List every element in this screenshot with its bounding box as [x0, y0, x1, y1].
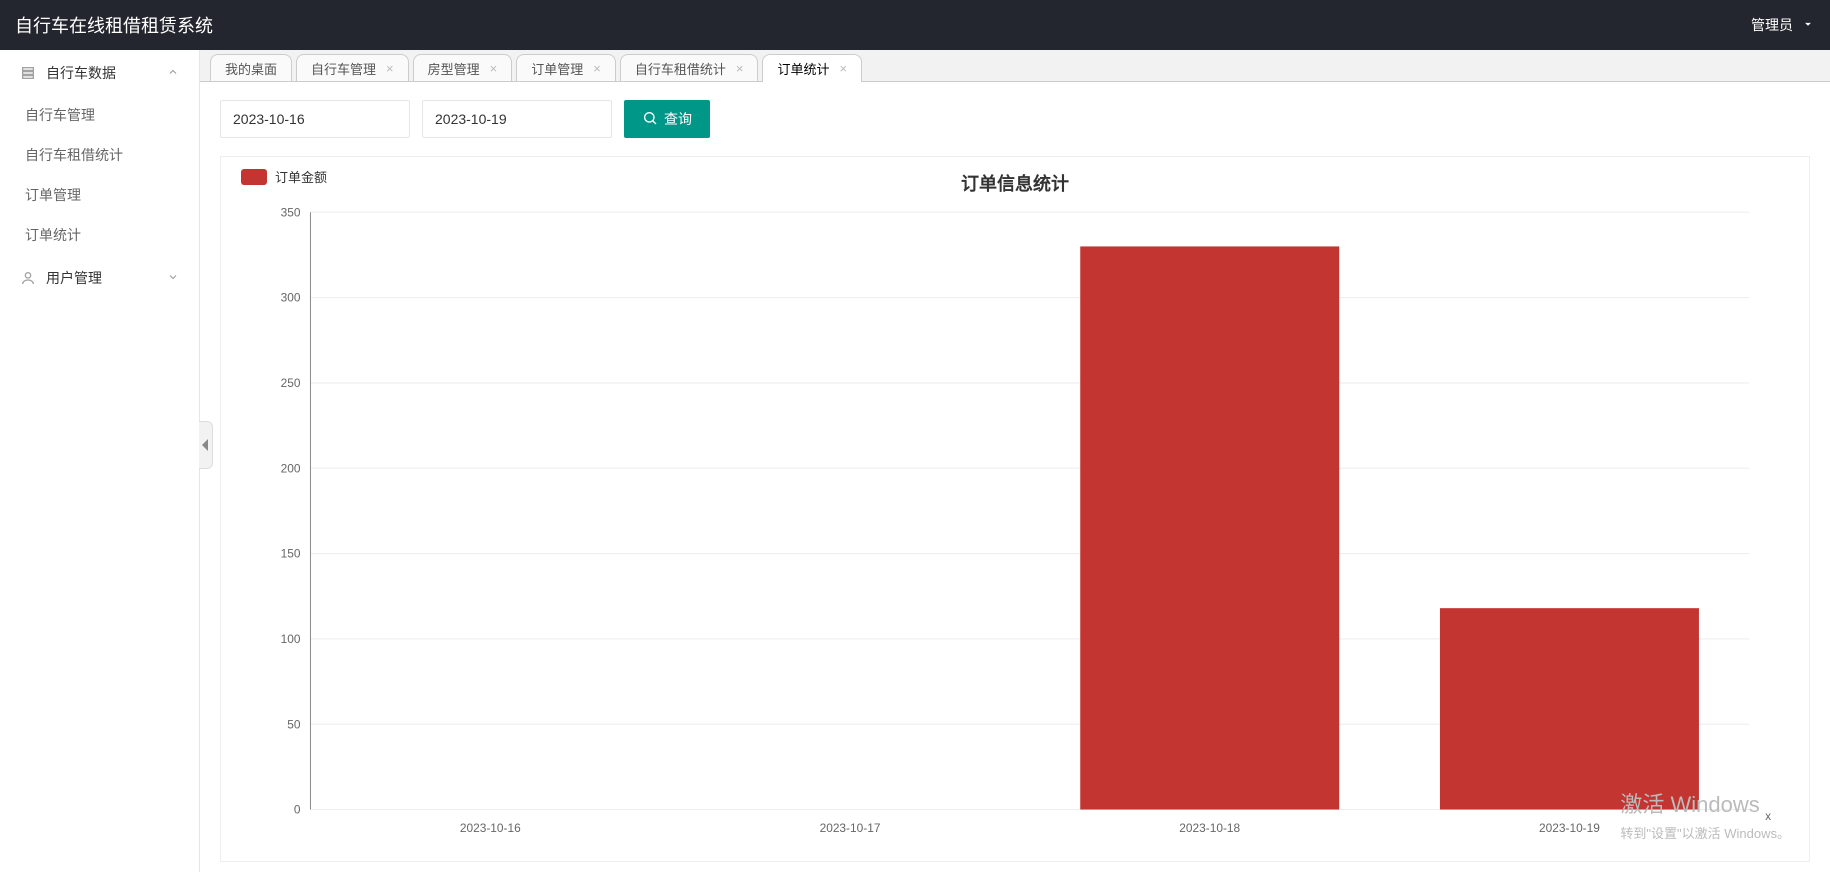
chevron-down-icon	[167, 270, 179, 286]
x-tick-label: 2023-10-16	[460, 821, 521, 835]
tab-1[interactable]: 自行车管理 ×	[296, 54, 409, 81]
date-to-input[interactable]	[422, 100, 612, 138]
user-icon	[20, 270, 36, 286]
content-area: 我的桌面 自行车管理 × 房型管理 × 订单管理 × 自行车租借统计 × 订单统计 × 查询	[200, 50, 1830, 872]
tab-label: 自行车租借统计	[635, 59, 726, 78]
sidebar-item-0-0[interactable]: 自行车管理	[0, 95, 199, 135]
chart-title: 订单信息统计	[241, 170, 1789, 196]
y-tick-label: 200	[281, 461, 301, 475]
y-tick-label: 150	[281, 546, 301, 560]
user-label: 管理员	[1751, 15, 1793, 35]
tab-panel-order-statistics: 查询 订单金额 订单信息统计 0501001502002503003502023…	[200, 82, 1830, 872]
y-tick-label: 100	[281, 632, 301, 646]
close-icon[interactable]: ×	[839, 61, 847, 76]
tab-0[interactable]: 我的桌面	[210, 54, 292, 81]
x-axis-label: x	[1765, 809, 1771, 823]
tab-label: 订单统计	[777, 59, 829, 78]
sidebar-item-0-2[interactable]: 订单管理	[0, 175, 199, 215]
tab-5[interactable]: 订单统计 ×	[762, 54, 862, 82]
chart-plot-area: 0 50 100 150 200 250 300 350 2023-10-16 2023-10-1…	[241, 202, 1789, 861]
layers-icon	[20, 65, 36, 81]
header-bar: 自行车在线租借租赁系统 管理员	[0, 0, 1830, 50]
sidebar-item-0-1[interactable]: 自行车租借统计	[0, 135, 199, 175]
tab-label: 我的桌面	[225, 59, 277, 78]
close-icon[interactable]: ×	[490, 61, 498, 76]
x-tick-label: 2023-10-19	[1539, 821, 1600, 835]
tabs-bar: 我的桌面 自行车管理 × 房型管理 × 订单管理 × 自行车租借统计 × 订单统计 ×	[200, 50, 1830, 82]
sidebar-item-0-3[interactable]: 订单统计	[0, 215, 199, 255]
sidebar-collapse-handle[interactable]	[199, 421, 213, 469]
sidebar-group-label: 自行车数据	[46, 63, 116, 83]
close-icon[interactable]: ×	[736, 61, 744, 76]
sidebar-group-0[interactable]: 自行车数据	[0, 50, 199, 95]
close-icon[interactable]: ×	[593, 61, 601, 76]
tab-label: 房型管理	[428, 59, 480, 78]
x-tick-label: 2023-10-17	[820, 821, 881, 835]
search-button[interactable]: 查询	[624, 100, 710, 138]
bar[interactable]	[1080, 246, 1339, 809]
search-icon	[642, 110, 664, 129]
x-tick-label: 2023-10-18	[1179, 821, 1240, 835]
y-tick-label: 50	[287, 717, 300, 731]
filter-row: 查询	[220, 100, 1810, 138]
date-from-input[interactable]	[220, 100, 410, 138]
tab-3[interactable]: 订单管理 ×	[516, 54, 616, 81]
chevron-down-icon	[1801, 17, 1815, 34]
app-title: 自行车在线租借租赁系统	[15, 12, 213, 38]
chevron-up-icon	[167, 65, 179, 81]
y-tick-label: 250	[281, 376, 301, 390]
chart-card: 订单金额 订单信息统计 0501001502002503003502023-10…	[220, 156, 1810, 862]
sidebar-group-label: 用户管理	[46, 268, 102, 288]
bar[interactable]	[1440, 608, 1699, 809]
tab-label: 自行车管理	[311, 59, 376, 78]
y-tick-label: 0	[294, 802, 301, 816]
sidebar-group-1[interactable]: 用户管理	[0, 255, 199, 300]
y-tick-label: 350	[281, 205, 301, 219]
y-tick-label: 300	[281, 291, 301, 305]
tab-label: 订单管理	[531, 59, 583, 78]
tab-2[interactable]: 房型管理 ×	[413, 54, 513, 81]
user-menu[interactable]: 管理员	[1751, 15, 1815, 35]
tab-4[interactable]: 自行车租借统计 ×	[620, 54, 759, 81]
sidebar: 自行车数据自行车管理自行车租借统计订单管理订单统计用户管理	[0, 50, 200, 872]
close-icon[interactable]: ×	[386, 61, 394, 76]
search-button-label: 查询	[664, 109, 692, 129]
